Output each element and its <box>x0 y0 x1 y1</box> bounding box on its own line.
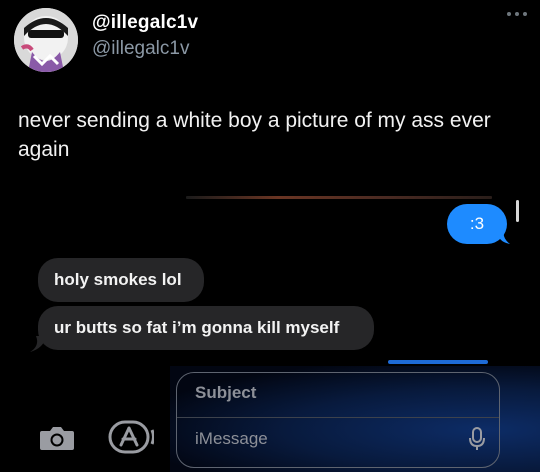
attached-screenshot[interactable]: :3 holy smokes lol ur butts so fat i’m g… <box>0 190 540 472</box>
more-icon[interactable] <box>506 8 528 20</box>
sent-message-text: :3 <box>469 214 485 233</box>
scroll-indicator[interactable] <box>516 200 519 222</box>
compose-box[interactable]: Subject iMessage <box>176 372 500 468</box>
avatar-image <box>14 8 78 72</box>
display-name[interactable]: @illegalc1v <box>92 12 198 34</box>
received-message-text: holy smokes lol <box>54 270 182 289</box>
app-store-icon[interactable] <box>108 420 154 454</box>
camera-icon[interactable] <box>38 424 76 452</box>
user-handle[interactable]: @illegalc1v <box>92 38 189 60</box>
received-message-text: ur butts so fat i’m gonna kill myself <box>54 318 340 337</box>
received-message-bubble[interactable]: ur butts so fat i’m gonna kill myself <box>38 306 374 350</box>
avatar[interactable] <box>14 8 78 72</box>
received-message-bubble[interactable]: holy smokes lol <box>38 258 204 302</box>
received-bubble-tail <box>30 336 46 352</box>
sent-image-edge <box>186 196 492 199</box>
microphone-icon[interactable] <box>469 427 485 451</box>
sent-bubble-tail <box>496 230 510 244</box>
message-edge <box>388 360 488 364</box>
message-field[interactable]: iMessage <box>195 429 268 449</box>
tweet-text: never sending a white boy a picture of m… <box>18 109 491 161</box>
subject-field[interactable]: Subject <box>195 383 256 403</box>
compose-divider <box>177 417 499 418</box>
